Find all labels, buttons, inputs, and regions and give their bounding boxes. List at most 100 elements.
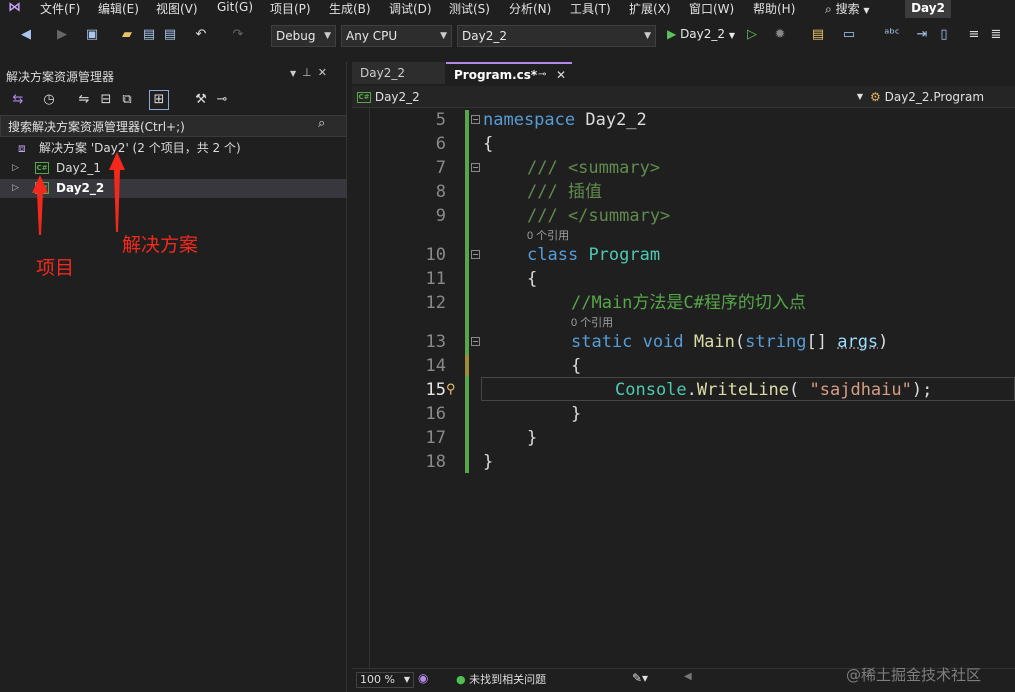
navigate-back-icon[interactable]: ◀ (18, 27, 34, 43)
platform-dropdown[interactable]: Any CPU ▼ (341, 25, 452, 47)
solution-name-badge[interactable]: Day2 (905, 0, 951, 18)
menu-view[interactable]: 视图(V) (156, 0, 198, 17)
new-project-icon[interactable]: ▣ (84, 27, 100, 43)
pin-icon[interactable]: ⊸ (538, 64, 546, 86)
start-without-debugging-icon[interactable]: ▷ (744, 27, 760, 43)
project-label: Day2_1 (56, 161, 101, 175)
bookmark-icon[interactable]: ▯ (936, 27, 952, 43)
spell-check-icon[interactable]: ᵃᵇᶜ (884, 27, 900, 43)
line-number: 8 (435, 182, 446, 202)
view-toggle-icon[interactable]: ⊞ (149, 90, 169, 110)
step-icon[interactable]: ⇥ (914, 27, 930, 43)
code-line[interactable]: 16 } (352, 402, 1015, 426)
csharp-project-icon: C# (35, 162, 49, 174)
code-line[interactable]: 10 class Program (352, 243, 1015, 267)
menu-edit[interactable]: 编辑(E) (98, 0, 139, 17)
open-folder-icon[interactable]: ▰ (119, 27, 135, 43)
menu-file[interactable]: 文件(F) (40, 0, 80, 17)
code-line[interactable]: 9 /// </summary> (352, 204, 1015, 228)
scroll-left-icon[interactable]: ◀ (684, 671, 692, 682)
menu-test[interactable]: 测试(S) (449, 0, 490, 17)
issues-indicator[interactable]: ● 未找到相关问题 (456, 671, 546, 687)
show-all-files-icon[interactable]: ⧉ (119, 92, 135, 108)
hot-reload-icon[interactable]: ✹ (772, 27, 788, 43)
keyword: namespace (483, 110, 576, 130)
browse-icon[interactable]: ▤ (810, 27, 826, 43)
comment-icon[interactable]: ≡ (966, 27, 982, 43)
startup-project-dropdown[interactable]: Day2_2 ▼ (457, 25, 656, 47)
expand-icon[interactable]: ▷ (12, 179, 19, 198)
tab-program-cs[interactable]: Program.cs* ⊸ ✕ (446, 62, 572, 84)
chevron-down-icon[interactable]: ▼ (290, 69, 302, 78)
solution-search-placeholder[interactable]: 搜索解决方案资源管理器(Ctrl+;) (8, 118, 185, 135)
switch-views-icon[interactable]: ⇆ (10, 92, 26, 108)
code-line[interactable]: 17 } (352, 426, 1015, 450)
code-text: { (483, 134, 494, 154)
codelens-references[interactable]: 0 个引用 (571, 314, 613, 330)
menu-debug[interactable]: 调试(D) (389, 0, 432, 17)
zoom-dropdown[interactable]: 100 % ▼ (356, 672, 414, 688)
menu-window[interactable]: 窗口(W) (689, 0, 734, 17)
zoom-value: 100 % (360, 673, 395, 686)
search-icon: ⌕ (825, 2, 832, 16)
menu-extensions[interactable]: 扩展(X) (629, 0, 671, 17)
save-all-icon[interactable]: ▤ (162, 27, 178, 43)
project-label: Day2_2 (56, 181, 105, 195)
search-box[interactable]: ⌕ 搜索 ▼ (825, 0, 870, 17)
code-line[interactable]: 12 //Main方法是C#程序的切入点 (352, 291, 1015, 315)
configuration-dropdown[interactable]: Debug ▼ (271, 25, 336, 47)
menu-analyze[interactable]: 分析(N) (509, 0, 551, 17)
panel-window-controls[interactable]: ▼⊥✕ (290, 66, 333, 79)
chevron-down-icon: ▼ (856, 92, 863, 101)
code-punctuation: ( (789, 380, 810, 400)
menu-tools[interactable]: 工具(T) (570, 0, 611, 17)
code-line[interactable]: 5 namespace Day2_2 (352, 108, 1015, 132)
code-line[interactable]: 15 ⚲ Console.WriteLine( "sajdhaiu"); (352, 378, 1015, 402)
collapse-all-icon[interactable]: ⊟ (98, 92, 114, 108)
code-line[interactable]: 18 } (352, 450, 1015, 474)
tab-day2-2[interactable]: Day2_2 (352, 62, 445, 84)
menu-help[interactable]: 帮助(H) (753, 0, 795, 17)
properties-wrench-icon[interactable]: ⚒ (193, 92, 209, 108)
chevron-down-icon: ▼ (324, 31, 331, 41)
layout-icon[interactable]: ▭ (841, 27, 857, 43)
project-navigation-dropdown[interactable]: C# Day2_2 ▼ (357, 88, 867, 106)
preview-icon[interactable]: ⊸ (214, 92, 230, 108)
uncomment-icon[interactable]: ≣ (988, 27, 1004, 43)
expand-icon[interactable]: ▷ (12, 159, 19, 178)
nav-project-label: Day2_2 (374, 90, 420, 104)
undo-icon[interactable]: ↶ (193, 27, 209, 43)
codelens-references[interactable]: 0 个引用 (527, 227, 569, 243)
search-icon[interactable]: ⌕ (318, 116, 325, 131)
save-icon[interactable]: ▤ (141, 27, 157, 43)
start-debugging-button[interactable]: ▶ Day2_2 ▼ (667, 27, 735, 41)
issues-label: 未找到相关问题 (469, 673, 547, 686)
project-node[interactable]: ▷ C# Day2_2 (0, 179, 347, 198)
code-line[interactable]: 8 /// 插值 (352, 180, 1015, 204)
menu-project[interactable]: 项目(P) (270, 0, 311, 17)
visual-studio-logo-icon[interactable]: ⋈ (8, 0, 30, 16)
pin-icon[interactable]: ⊥ (302, 66, 318, 79)
menu-build[interactable]: 生成(B) (329, 0, 371, 17)
close-icon[interactable]: ✕ (556, 64, 566, 86)
code-line[interactable]: 14 { (352, 354, 1015, 378)
menu-git[interactable]: Git(G) (217, 0, 253, 14)
code-cleanup-icon[interactable]: ✎▾ (632, 671, 648, 685)
project-node[interactable]: ▷ C# Day2_1 (0, 159, 347, 178)
doc-comment: /// </summary> (527, 206, 671, 226)
class-navigation-dropdown[interactable]: ⚙ Day2_2.Program (870, 88, 1015, 106)
lightbulb-icon[interactable]: ⚲ (446, 378, 456, 402)
copilot-icon[interactable]: ◉ (418, 671, 428, 685)
redo-icon[interactable]: ↷ (230, 27, 246, 43)
sync-active-document-icon[interactable]: ⇋ (76, 92, 92, 108)
play-icon: ▶ (667, 27, 677, 41)
code-line[interactable]: 13 static void Main(string[] args) (352, 330, 1015, 354)
doc-comment: /// <summary> (527, 158, 661, 178)
pending-changes-filter-icon[interactable]: ◷ (41, 92, 57, 108)
close-icon[interactable]: ✕ (318, 66, 333, 79)
code-line[interactable]: 7 /// <summary> (352, 156, 1015, 180)
navigate-forward-icon[interactable]: ▶ (54, 27, 70, 43)
solution-node[interactable]: ⧈ 解决方案 'Day2' (2 个项目，共 2 个) (0, 139, 347, 158)
code-line[interactable]: 6 { (352, 132, 1015, 156)
code-line[interactable]: 11 { (352, 267, 1015, 291)
